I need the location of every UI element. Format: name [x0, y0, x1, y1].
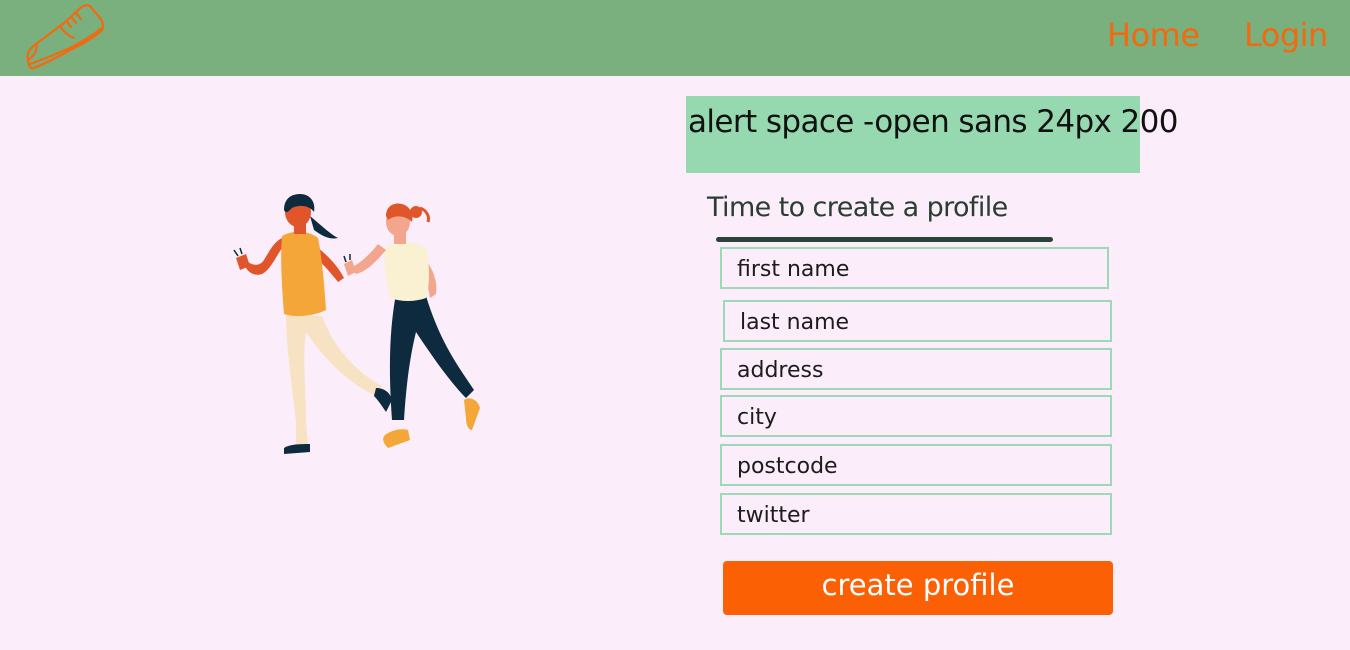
nav-home-link[interactable]: Home	[1107, 16, 1200, 54]
address-input[interactable]	[722, 350, 1110, 388]
sneaker-icon[interactable]	[22, 2, 108, 72]
create-profile-button[interactable]: create profile	[723, 561, 1113, 615]
postcode-field[interactable]	[720, 444, 1112, 486]
twitter-input[interactable]	[722, 495, 1110, 533]
runners-illustration	[233, 194, 480, 454]
alert-message: alert space -open sans 24px 200	[688, 104, 1179, 140]
nav-login-link[interactable]: Login	[1244, 16, 1328, 54]
last-name-input[interactable]	[725, 302, 1110, 340]
twitter-field[interactable]	[720, 493, 1112, 535]
form-title: Time to create a profile	[707, 192, 1008, 223]
first-name-field[interactable]	[720, 247, 1109, 289]
title-underline	[716, 237, 1053, 242]
first-name-input[interactable]	[722, 249, 1107, 287]
last-name-field[interactable]	[723, 300, 1112, 342]
address-field[interactable]	[720, 348, 1112, 390]
city-field[interactable]	[720, 395, 1112, 437]
postcode-input[interactable]	[722, 446, 1110, 484]
top-nav-bar: Home Login	[0, 0, 1350, 76]
city-input[interactable]	[722, 397, 1110, 435]
